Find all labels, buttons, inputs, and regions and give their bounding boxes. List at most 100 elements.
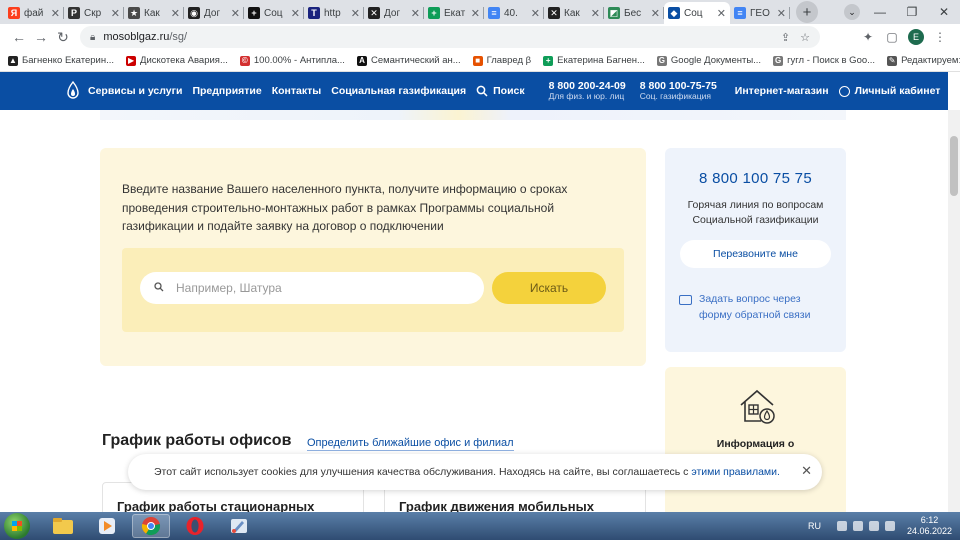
address-bar[interactable]: 🔒︎ mosoblgaz.ru/sg/ ⇪ ☆ — [80, 26, 820, 48]
callback-button[interactable]: Перезвоните мне — [680, 240, 831, 268]
cookie-text: Этот сайт использует cookies для улучшен… — [154, 466, 780, 478]
tab-close-icon[interactable]: ✕ — [651, 7, 660, 20]
bookmark-item[interactable]: G Google Документы... — [656, 55, 762, 66]
tab-close-icon[interactable]: ✕ — [231, 7, 240, 20]
taskbar-explorer[interactable] — [44, 514, 82, 538]
nav-company[interactable]: Предприятие — [192, 85, 261, 97]
extensions-puzzle-icon[interactable]: ✦ — [856, 30, 880, 44]
maximize-icon[interactable]: ❐ — [896, 5, 928, 19]
tab-close-icon[interactable]: ✕ — [471, 7, 480, 20]
tab-search-icon[interactable]: ⌄ — [844, 4, 860, 20]
forward-arrow-icon[interactable]: → — [30, 26, 52, 48]
media-player-icon — [99, 518, 115, 534]
tab-close-icon[interactable]: ✕ — [717, 7, 726, 20]
bookmark-item[interactable]: ▲ Багненко Екатерин... — [8, 55, 114, 66]
feedback-link[interactable]: Задать вопрос через форму обратной связи — [679, 292, 835, 323]
close-icon[interactable]: ✕ — [801, 463, 812, 479]
tab-title: Соц — [684, 7, 703, 19]
language-indicator[interactable]: RU — [808, 521, 821, 531]
taskbar-opera[interactable] — [176, 514, 214, 538]
profile-avatar[interactable]: E — [908, 29, 924, 45]
bookmark-favicon-icon: ✎ — [887, 55, 898, 66]
tab-close-icon[interactable]: ✕ — [51, 7, 60, 20]
bookmark-item[interactable]: © 100.00% - Антипла... — [239, 55, 345, 66]
tab-favicon-icon: ≡ — [488, 7, 500, 19]
scrollbar-thumb[interactable] — [950, 136, 958, 196]
bookmark-favicon-icon: + — [543, 55, 554, 66]
tab-title: http — [324, 7, 341, 19]
bookmark-label: Google Документы... — [670, 55, 762, 66]
settlement-search-input[interactable] — [140, 272, 484, 304]
tray-volume-icon[interactable] — [884, 521, 895, 531]
tab-close-icon[interactable]: ✕ — [111, 7, 120, 20]
nearest-office-link[interactable]: Определить ближайшие офис и филиал — [307, 437, 514, 451]
minimize-icon[interactable]: — — [864, 5, 896, 19]
phone-social[interactable]: 8 800 100-75-75 Соц. газификация — [640, 80, 717, 102]
mosoblgaz-logo-icon[interactable] — [66, 81, 80, 101]
nav-services[interactable]: Сервисы и услуги — [88, 85, 182, 97]
search-button[interactable]: Искать — [492, 272, 606, 304]
lock-icon[interactable]: 🔒︎ — [90, 32, 95, 43]
taskbar-clock[interactable]: 6:12 24.06.2022 — [907, 515, 952, 537]
tray-network-icon[interactable] — [852, 521, 863, 531]
nav-cabinet[interactable]: Личный кабинет — [838, 85, 940, 97]
browser-tab[interactable]: ★ Как ✕ — [124, 2, 184, 24]
page-scrollbar[interactable] — [948, 110, 960, 512]
browser-tab[interactable]: + Екат ✕ — [424, 2, 484, 24]
tab-title: фай — [24, 7, 44, 19]
tab-close-icon[interactable]: ✕ — [291, 7, 300, 20]
browser-tab[interactable]: ◉ Дог ✕ — [184, 2, 244, 24]
tray-app-icon[interactable] — [836, 521, 847, 531]
browser-tab[interactable]: ✕ Дог ✕ — [364, 2, 424, 24]
tab-close-icon[interactable]: ✕ — [531, 7, 540, 20]
nav-contacts[interactable]: Контакты — [272, 85, 322, 97]
tab-close-icon[interactable]: ✕ — [411, 7, 420, 20]
phone-general-sub: Для физ. и юр. лиц — [548, 91, 625, 102]
menu-kebab-icon[interactable]: ⋮ — [928, 30, 952, 44]
taskbar-chrome[interactable] — [132, 514, 170, 538]
browser-tab[interactable]: Thttp ✕ — [304, 2, 364, 24]
tab-close-icon[interactable]: ✕ — [351, 7, 360, 20]
tab-close-icon[interactable]: ✕ — [591, 7, 600, 20]
close-window-icon[interactable]: ✕ — [928, 5, 960, 19]
browser-tab[interactable]: ◩ Бес ✕ — [604, 2, 664, 24]
tab-title: Как — [144, 7, 160, 19]
browser-tab[interactable]: P Скр ✕ — [64, 2, 124, 24]
tray-flag-icon[interactable] — [868, 521, 879, 531]
browser-tab[interactable]: Яфай ✕ — [4, 2, 64, 24]
taskbar-paint[interactable] — [220, 514, 258, 538]
tab-close-icon[interactable]: ✕ — [777, 7, 786, 20]
nav-social-gas[interactable]: Социальная газификация — [331, 85, 466, 97]
nav-shop[interactable]: Интернет-магазин — [735, 85, 829, 97]
tab-favicon-icon: ◩ — [608, 7, 620, 19]
bookmark-item[interactable]: A Семантический ан... — [356, 55, 461, 66]
browser-tab[interactable]: ≡ 40. ✕ — [484, 2, 544, 24]
bookmark-item[interactable]: ▶ Дискотека Авария... — [126, 55, 228, 66]
bookmark-item[interactable]: ✎Редактируем: Испр... — [887, 55, 960, 66]
tab-title: 40. — [504, 7, 518, 19]
hotline-number[interactable]: 8 800 100 75 75 — [665, 170, 846, 187]
bookmark-item[interactable]: Gгугл - Поиск в Goo... — [773, 55, 875, 66]
phone-general[interactable]: 8 800 200-24-09 Для физ. и юр. лиц — [549, 80, 626, 102]
info-card[interactable]: Информация о — [665, 367, 846, 512]
cookie-rules-link[interactable]: этими правилами. — [691, 466, 780, 478]
browser-tab[interactable]: ◆ Соц ✕ — [664, 2, 730, 24]
bookmark-item[interactable]: + Екатерина Багнен... — [543, 55, 645, 66]
new-tab-plus-icon[interactable]: + — [796, 1, 818, 23]
bookmark-star-icon[interactable]: ☆ — [800, 31, 810, 44]
start-button[interactable] — [4, 513, 30, 539]
share-icon[interactable]: ⇪ — [781, 31, 790, 44]
taskbar-media-player[interactable] — [88, 514, 126, 538]
browser-tab[interactable]: ≡ ГЕО ✕ — [730, 2, 790, 24]
search-panel: Искать — [122, 248, 624, 332]
browser-tab[interactable]: ✕ Как ✕ — [544, 2, 604, 24]
tab-favicon-icon: ✕ — [548, 7, 560, 19]
reload-icon[interactable]: ↻ — [52, 26, 74, 48]
browser-tab[interactable]: + Соц ✕ — [244, 2, 304, 24]
nav-search[interactable]: Поиск — [476, 85, 525, 97]
tab-title: Бес — [624, 7, 642, 19]
back-arrow-icon[interactable]: ← — [8, 26, 30, 48]
side-panel-icon[interactable]: ▢ — [880, 30, 904, 44]
tab-close-icon[interactable]: ✕ — [171, 7, 180, 20]
bookmark-item[interactable]: ■ Главред β — [472, 55, 531, 66]
